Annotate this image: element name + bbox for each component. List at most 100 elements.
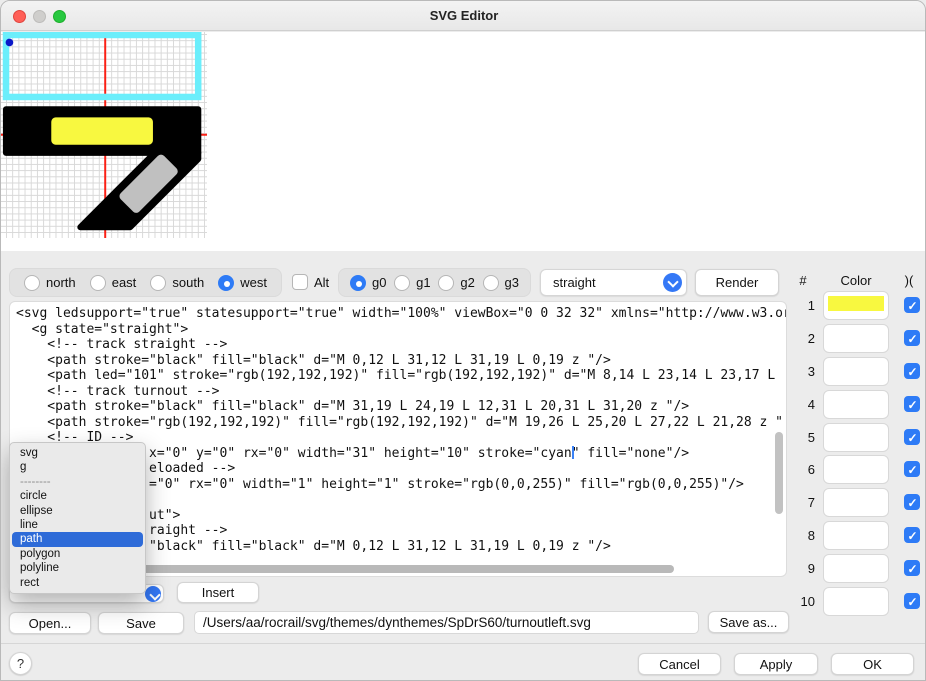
color-swatch-field[interactable] <box>823 488 889 517</box>
color-row-checkbox[interactable] <box>904 396 920 412</box>
color-row-number: 3 <box>807 364 815 379</box>
popup-item-polygon[interactable]: polygon <box>10 547 145 561</box>
radio-north[interactable]: north <box>24 274 76 291</box>
color-row-number: 1 <box>807 298 815 313</box>
alt-checkbox[interactable]: Alt <box>292 274 329 290</box>
color-row-checkbox[interactable] <box>904 527 920 543</box>
popup-separator: -------- <box>20 475 51 488</box>
color-swatch-field[interactable] <box>823 521 889 550</box>
radio-g2-icon <box>438 274 455 291</box>
render-button-label: Render <box>715 275 759 290</box>
radio-west[interactable]: west <box>218 274 267 291</box>
alt-label: Alt <box>314 274 330 290</box>
radio-g1-label: g1 <box>416 275 431 290</box>
color-row: 8 <box>791 521 925 550</box>
color-swatch-field[interactable] <box>823 357 889 386</box>
color-row: 5 <box>791 423 925 452</box>
color-swatch-field[interactable] <box>823 390 889 419</box>
color-row-checkbox[interactable] <box>904 494 920 510</box>
popup-item-g[interactable]: g <box>10 460 145 474</box>
color-row-checkbox[interactable] <box>904 461 920 477</box>
chevron-down-icon <box>145 585 161 602</box>
radio-west-label: west <box>240 275 267 290</box>
color-row-checkbox[interactable] <box>904 429 920 445</box>
color-row-checkbox[interactable] <box>904 593 920 609</box>
radio-g3[interactable]: g3 <box>482 274 519 291</box>
popup-item-circle[interactable]: circle <box>10 489 145 503</box>
color-swatch-field[interactable] <box>823 324 889 353</box>
cancel-button-label: Cancel <box>659 656 700 672</box>
led-turnout-gray <box>119 154 178 213</box>
rendered-svg <box>1 32 207 238</box>
open-button[interactable]: Open... <box>9 612 91 634</box>
ok-button[interactable]: OK <box>831 653 914 675</box>
radio-g0-label: g0 <box>372 275 387 290</box>
radio-south-icon <box>150 274 167 291</box>
color-swatch-field[interactable] <box>823 291 889 320</box>
apply-button-label: Apply <box>759 656 793 672</box>
footer-bar: ? Cancel Apply OK <box>1 643 925 680</box>
popup-item-rect[interactable]: rect <box>10 576 145 590</box>
save-button[interactable]: Save <box>98 612 184 634</box>
popup-item-polyline[interactable]: polyline <box>10 561 145 575</box>
radio-south[interactable]: south <box>150 274 205 291</box>
svg-preview-canvas[interactable] <box>1 32 207 238</box>
group-radio-group: g0 g1 g2 g3 <box>338 268 531 297</box>
window-title: SVG Editor <box>429 8 499 23</box>
radio-north-label: north <box>46 275 76 290</box>
radio-south-label: south <box>172 275 205 290</box>
state-select-value: straight <box>553 275 596 290</box>
title-bar: SVG Editor <box>1 1 925 31</box>
help-icon: ? <box>16 656 25 671</box>
color-row-checkbox[interactable] <box>904 363 920 379</box>
state-select[interactable]: straight <box>540 269 687 296</box>
save-button-label: Save <box>126 615 156 631</box>
color-table-color-header: Color <box>840 273 872 288</box>
color-row-checkbox[interactable] <box>904 560 920 576</box>
color-swatch-field[interactable] <box>823 423 889 452</box>
popup-item-ellipse[interactable]: ellipse <box>10 504 145 518</box>
color-row: 2 <box>791 324 925 353</box>
radio-g3-label: g3 <box>504 275 519 290</box>
color-row: 10 <box>791 587 925 616</box>
color-row: 1 <box>791 291 925 320</box>
popup-item-svg[interactable]: svg <box>10 446 145 460</box>
color-row-number: 4 <box>807 397 815 412</box>
render-button[interactable]: Render <box>695 269 779 296</box>
apply-button[interactable]: Apply <box>734 653 818 675</box>
element-type-popup: svg g -------- circle ellipse line path … <box>9 442 146 594</box>
radio-east[interactable]: east <box>89 274 137 291</box>
radio-g1[interactable]: g1 <box>394 274 431 291</box>
save-as-button[interactable]: Save as... <box>708 611 789 633</box>
color-row-number: 10 <box>800 594 815 609</box>
save-as-button-label: Save as... <box>719 614 778 630</box>
cancel-button[interactable]: Cancel <box>638 653 721 675</box>
color-row-checkbox[interactable] <box>904 297 920 313</box>
open-button-label: Open... <box>28 615 72 631</box>
color-swatch-field[interactable] <box>823 554 889 583</box>
color-row: 9 <box>791 554 925 583</box>
alt-checkbox-icon <box>292 274 308 290</box>
popup-item-path[interactable]: path <box>12 532 143 547</box>
radio-east-label: east <box>111 275 137 290</box>
orientation-radio-group: north east south west <box>9 268 282 297</box>
help-button[interactable]: ? <box>9 652 32 675</box>
color-swatch <box>828 296 884 311</box>
led-straight-yellow <box>51 117 153 145</box>
color-row: 6 <box>791 455 925 484</box>
insert-button[interactable]: Insert <box>177 582 259 603</box>
radio-west-icon <box>218 274 235 291</box>
popup-item-line[interactable]: line <box>10 518 145 532</box>
color-row: 3 <box>791 357 925 386</box>
radio-g3-icon <box>482 274 499 291</box>
svg-editor-window: SVG Editor north east south west Alt g0 … <box>0 0 926 681</box>
color-row-number: 5 <box>807 430 815 445</box>
radio-g0[interactable]: g0 <box>350 274 387 291</box>
color-swatch-field[interactable] <box>823 455 889 484</box>
editor-vertical-scrollbar[interactable] <box>775 432 783 514</box>
radio-g2[interactable]: g2 <box>438 274 475 291</box>
color-swatch-field[interactable] <box>823 587 889 616</box>
color-row-checkbox[interactable] <box>904 330 920 346</box>
color-table-paren-header: )( <box>904 273 914 288</box>
file-path-input[interactable] <box>194 611 699 634</box>
